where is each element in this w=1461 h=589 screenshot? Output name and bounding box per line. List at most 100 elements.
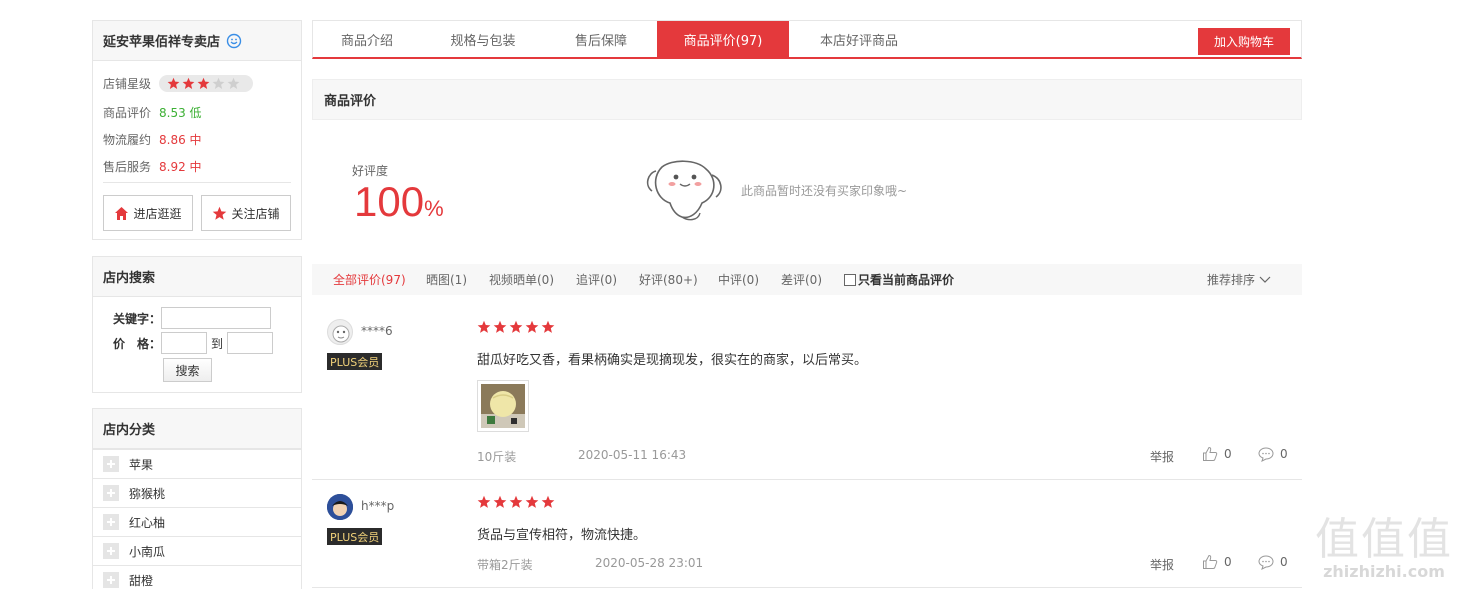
- star-icon: [477, 495, 491, 508]
- search-button[interactable]: 搜索: [163, 358, 212, 382]
- category-label: 甜橙: [129, 573, 154, 588]
- plus-icon[interactable]: [103, 456, 119, 472]
- star-icon: [541, 320, 555, 333]
- price-min-input[interactable]: [161, 332, 207, 354]
- review-item: ****6 PLUS会员 甜瓜好吃又香，看果柄确实是现摘现发，很实在的商家，以后…: [312, 295, 1302, 480]
- category-item[interactable]: 小南瓜: [93, 536, 301, 565]
- follow-shop-button[interactable]: 关注店铺: [201, 195, 291, 231]
- avatar: [327, 319, 353, 345]
- good-rate-value: 100: [354, 178, 425, 225]
- like-button[interactable]: 0: [1202, 554, 1232, 570]
- shop-name[interactable]: 延安苹果佰祥专卖店: [103, 31, 220, 50]
- divider: [103, 182, 291, 183]
- shop-metric-value: 8.86 中: [159, 133, 202, 147]
- keyword-label: 关键字：: [112, 311, 161, 326]
- price-to-label: 到: [211, 336, 224, 351]
- tab-product-intro[interactable]: 商品介绍: [313, 21, 421, 58]
- shop-rating-stars: [159, 75, 254, 92]
- comment-count: 0: [1280, 555, 1288, 569]
- star-icon: [227, 77, 240, 89]
- star-icon: [477, 320, 491, 333]
- tab-spec-package[interactable]: 规格与包装: [421, 21, 545, 58]
- keyword-row: 关键字：: [93, 307, 271, 329]
- star-icon: [541, 495, 555, 508]
- category-item[interactable]: 红心柚: [93, 507, 301, 536]
- review-text: 甜瓜好吃又香，看果柄确实是现摘现发，很实在的商家，以后常买。: [477, 353, 868, 368]
- chat-icon[interactable]: [226, 33, 242, 49]
- watermark-url: zhizhizhi.com: [1323, 562, 1445, 581]
- filter-videos[interactable]: 视频晒单(0): [489, 264, 554, 295]
- filter-photos[interactable]: 晒图(1): [426, 264, 467, 295]
- filter-followup[interactable]: 追评(0): [576, 264, 617, 295]
- comment-button[interactable]: 0: [1258, 554, 1288, 570]
- melon-photo: [481, 384, 525, 428]
- tab-reviews[interactable]: 商品评价(97): [657, 21, 789, 58]
- comment-count: 0: [1280, 447, 1288, 461]
- keyword-input[interactable]: [161, 307, 271, 329]
- sort-dropdown[interactable]: 推荐排序: [1207, 264, 1271, 295]
- plus-icon[interactable]: [103, 485, 119, 501]
- empty-impression-text: 此商品暂时还没有买家印象哦~: [741, 184, 908, 198]
- comment-button[interactable]: 0: [1258, 446, 1288, 462]
- shop-rating-label: 店铺星级: [103, 77, 152, 91]
- follow-shop-label: 关注店铺: [231, 206, 280, 221]
- review-photo-thumbnail[interactable]: [477, 380, 529, 432]
- checkbox-icon[interactable]: [844, 273, 856, 286]
- filter-positive[interactable]: 好评(80+): [639, 264, 698, 295]
- category-label: 猕猴桃: [129, 486, 166, 501]
- report-link[interactable]: 举报: [1150, 556, 1174, 573]
- star-icon: [525, 320, 539, 333]
- shop-metric-value: 8.92 中: [159, 160, 202, 174]
- star-icon: [509, 320, 523, 333]
- good-rate-unit: %: [424, 196, 444, 221]
- shop-card: 延安苹果佰祥专卖店 店铺星级 商品评价 8.53 低 物流履约 8.86 中 售…: [92, 20, 302, 240]
- comment-icon: [1258, 555, 1274, 570]
- category-item[interactable]: 猕猴桃: [93, 478, 301, 507]
- watermark: 值值值 zhizhizhi.com: [1315, 514, 1453, 582]
- add-to-cart-button[interactable]: 加入购物车: [1198, 28, 1290, 55]
- star-icon: [213, 206, 227, 220]
- only-current-toggle[interactable]: 只看当前商品评价: [844, 264, 954, 295]
- star-icon: [493, 495, 507, 508]
- tab-top-rated[interactable]: 本店好评商品: [789, 21, 929, 58]
- plus-icon[interactable]: [103, 572, 119, 588]
- report-link[interactable]: 举报: [1150, 448, 1174, 465]
- plus-icon[interactable]: [103, 543, 119, 559]
- shop-metric-label: 售后服务: [103, 160, 152, 174]
- category-label: 红心柚: [129, 515, 166, 530]
- review-date: 2020-05-28 23:01: [595, 556, 704, 570]
- category-item[interactable]: 苹果: [93, 449, 301, 478]
- price-label: 价 格：: [112, 336, 161, 351]
- shop-category-title: 店内分类: [93, 409, 301, 449]
- star-icon: [493, 320, 507, 333]
- price-max-input[interactable]: [227, 332, 274, 354]
- filter-negative[interactable]: 差评(0): [781, 264, 822, 295]
- shop-metric-row: 售后服务 8.92 中: [103, 158, 202, 175]
- category-label: 苹果: [129, 457, 154, 472]
- like-count: 0: [1224, 555, 1232, 569]
- star-icon: [167, 77, 180, 89]
- like-button[interactable]: 0: [1202, 446, 1232, 462]
- thumb-up-icon: [1203, 554, 1218, 569]
- chevron-down-icon: [1259, 276, 1271, 283]
- category-item[interactable]: 甜橙: [93, 565, 301, 589]
- avatar-icon: [332, 325, 350, 343]
- star-icon: [182, 77, 195, 89]
- plus-icon[interactable]: [103, 514, 119, 530]
- filter-neutral[interactable]: 中评(0): [718, 264, 759, 295]
- enter-shop-label: 进店逛逛: [133, 206, 182, 221]
- shop-search-title: 店内搜索: [93, 257, 301, 297]
- reviews-section-title: 商品评价: [312, 79, 1302, 120]
- enter-shop-button[interactable]: 进店逛逛: [103, 195, 193, 231]
- shop-metric-row: 商品评价 8.53 低: [103, 104, 202, 121]
- tab-after-sales[interactable]: 售后保障: [545, 21, 657, 58]
- review-spec: 10斤装: [477, 450, 517, 464]
- watermark-glyphs: 值值值: [1315, 514, 1453, 565]
- only-current-label: 只看当前商品评价: [858, 273, 955, 287]
- review-spec: 带箱2斤装: [477, 558, 533, 572]
- like-count: 0: [1224, 447, 1232, 461]
- filter-all[interactable]: 全部评价(97): [333, 264, 406, 295]
- shop-rating-row: 店铺星级: [103, 75, 254, 92]
- shop-category-box: 店内分类 苹果 猕猴桃 红心柚 小南瓜 甜橙: [92, 408, 302, 589]
- avatar-icon: [327, 494, 353, 520]
